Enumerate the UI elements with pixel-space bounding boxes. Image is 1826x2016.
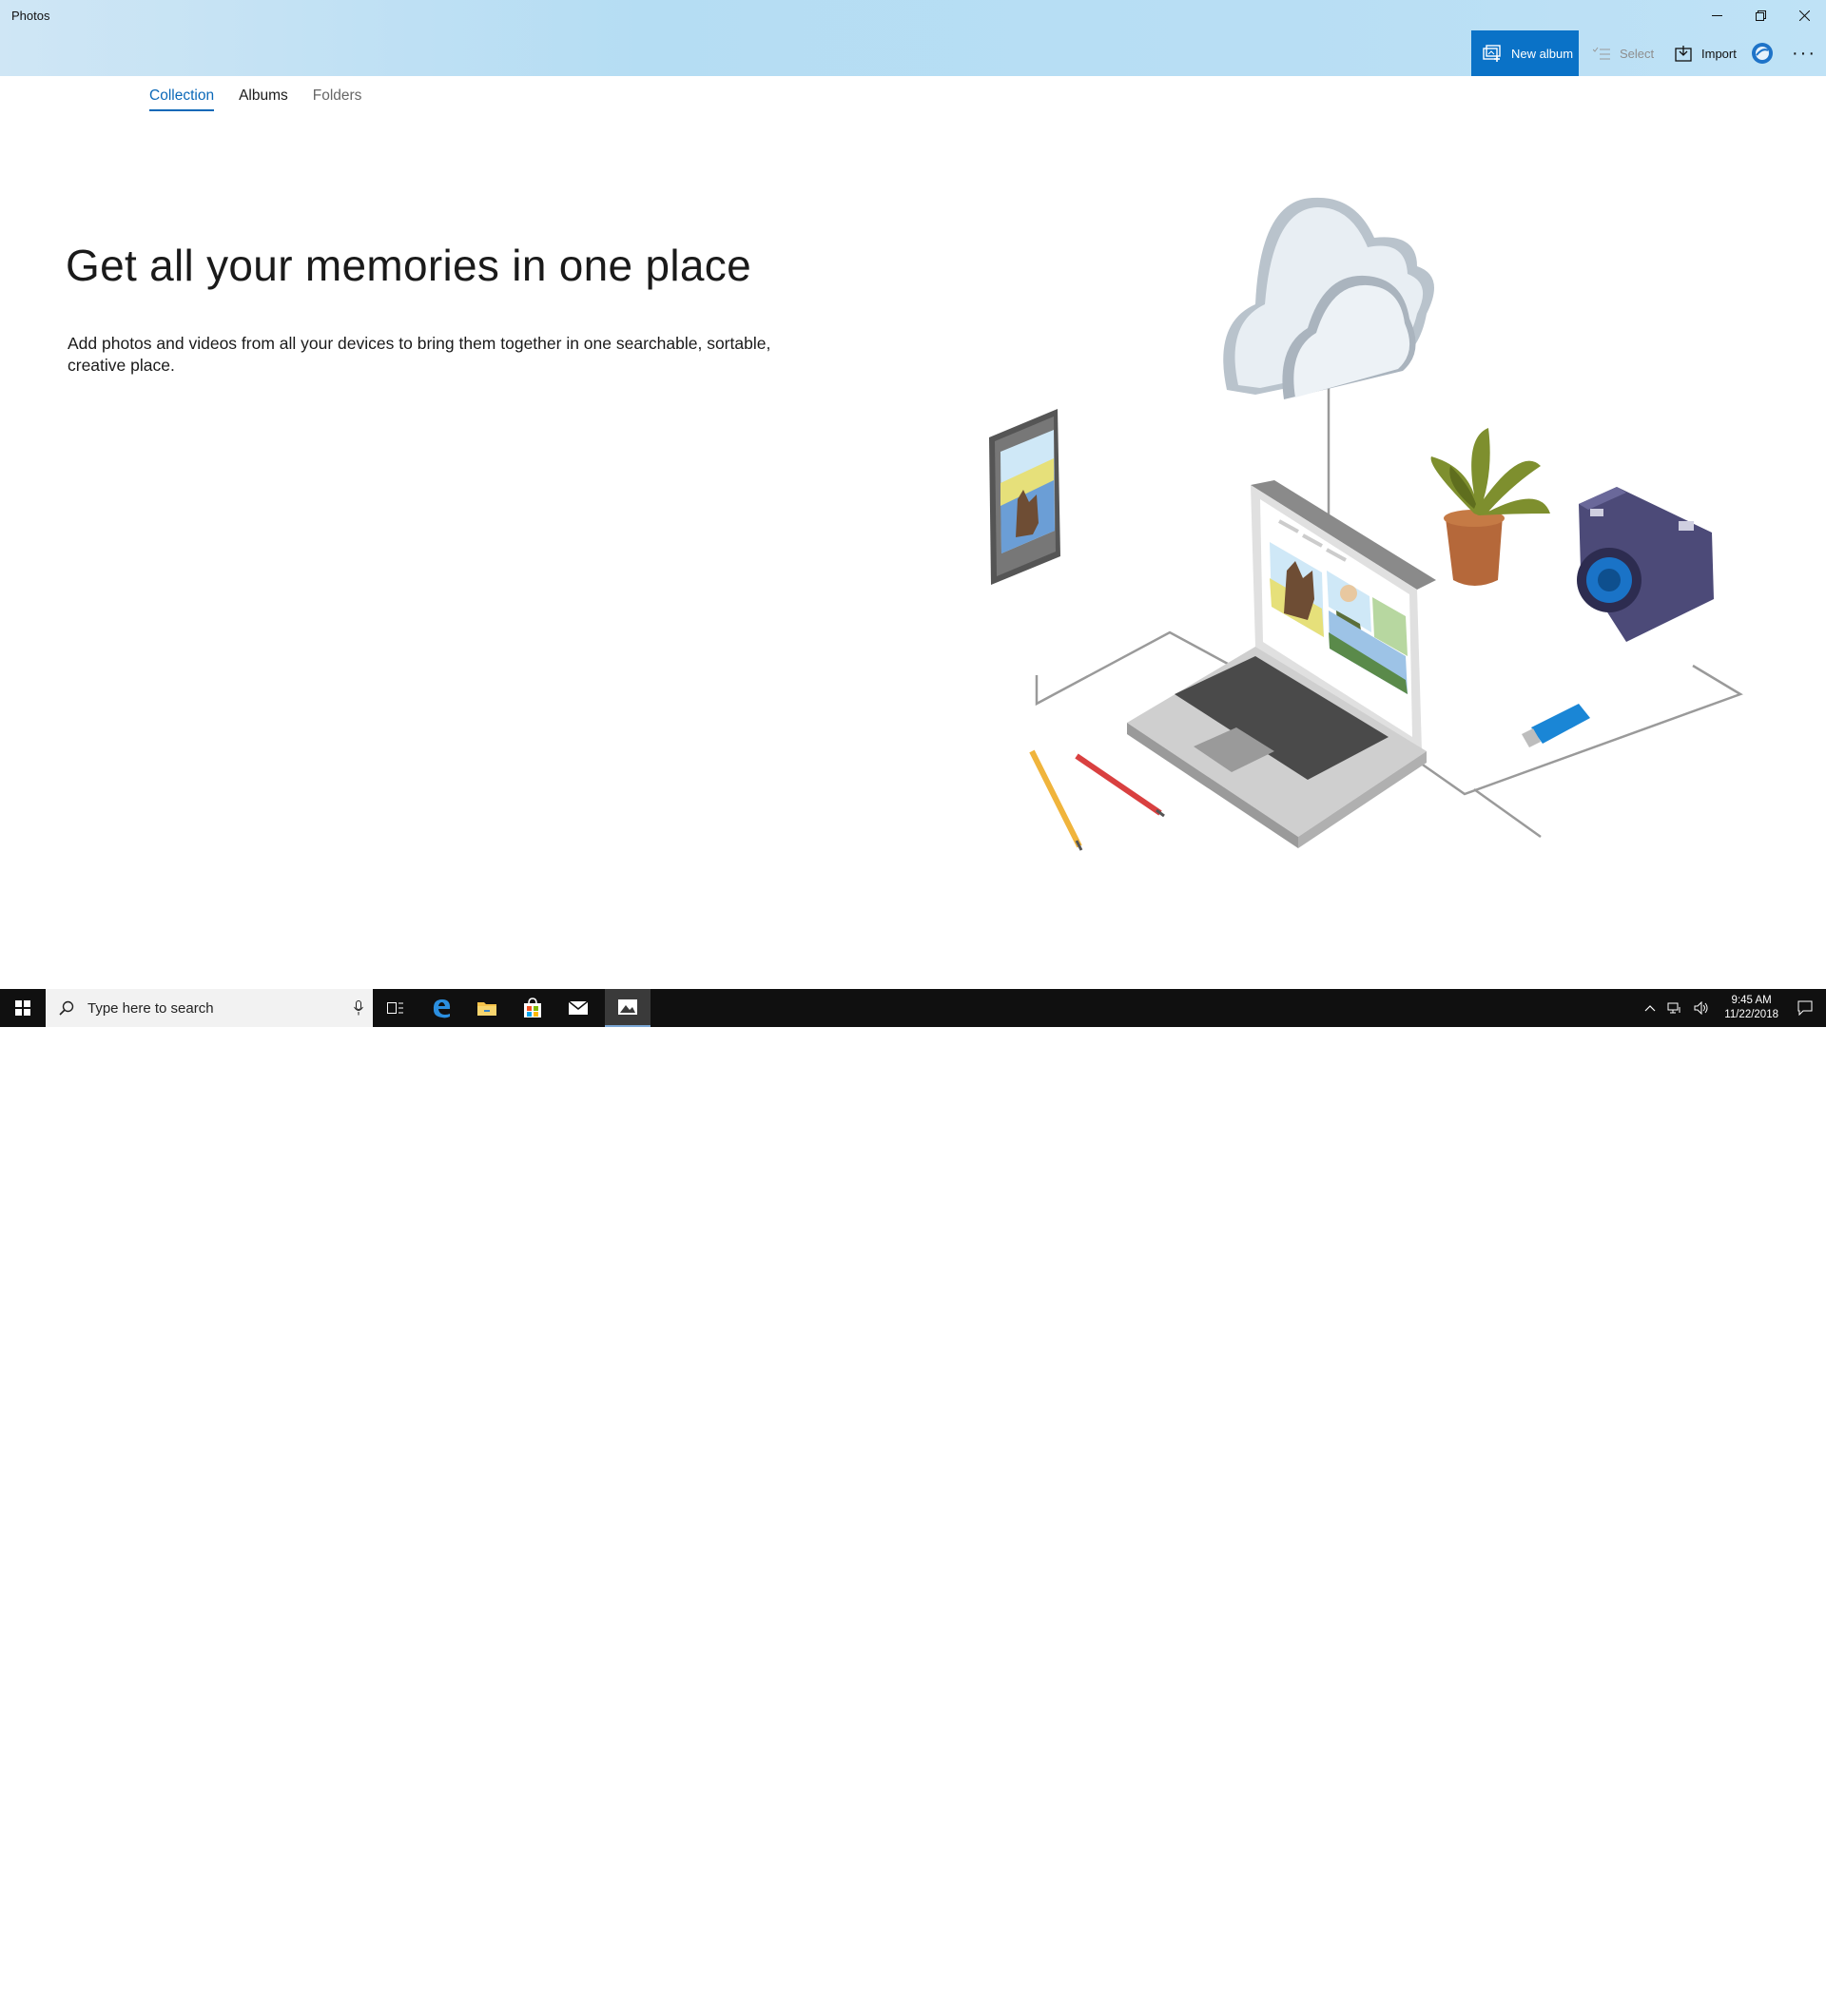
pencils-graphic: [1029, 749, 1165, 851]
devices-illustration: [989, 197, 1743, 851]
folder-icon: [477, 1002, 496, 1016]
watermark-text: TheCollectionBook: [1588, 1987, 1731, 2006]
taskbar-clock[interactable]: 9:45 AM 11/22/2018: [1724, 994, 1778, 1022]
app-title: Photos: [11, 9, 50, 23]
cloud-graphic: [1223, 197, 1434, 399]
start-button[interactable]: [0, 989, 46, 1027]
account-button[interactable]: [1747, 30, 1777, 76]
photos-app-icon: [618, 999, 637, 1015]
title-bar: Photos New album Select Import ···: [0, 0, 1826, 76]
edge-browser-icon: [433, 999, 451, 1018]
network-icon[interactable]: [1667, 1001, 1682, 1015]
file-explorer-button[interactable]: [464, 989, 510, 1027]
more-options-button[interactable]: ···: [1785, 30, 1823, 76]
action-center-icon[interactable]: [1797, 1000, 1813, 1016]
plant-graphic: [1430, 428, 1550, 586]
show-hidden-icons-chevron-icon[interactable]: [1644, 1004, 1656, 1012]
import-label: Import: [1701, 46, 1737, 61]
search-icon: [59, 1000, 74, 1016]
laptop-graphic: [1127, 480, 1436, 848]
empty-state-description: Add photos and videos from all your devi…: [68, 334, 771, 375]
usb-stick-graphic: [1522, 704, 1590, 747]
import-button[interactable]: Import: [1667, 30, 1743, 76]
phone-graphic: [989, 409, 1060, 585]
new-album-label: New album: [1511, 46, 1574, 61]
edge-button[interactable]: [418, 989, 464, 1027]
restore-icon: [1755, 10, 1766, 21]
tab-collection[interactable]: Collection: [149, 87, 215, 111]
select-label: Select: [1620, 46, 1655, 61]
photos-app-button[interactable]: [605, 989, 651, 1027]
view-tabs: Collection Albums Folders: [149, 87, 386, 111]
clock-time: 9:45 AM: [1731, 995, 1772, 1006]
mail-button[interactable]: [555, 989, 601, 1027]
empty-state-headline: Get all your memories in one place: [66, 241, 751, 290]
taskbar: Type here to search 9:45 AM 11/22/2018 T…: [0, 989, 1826, 2006]
import-icon: [1675, 45, 1692, 62]
close-icon: [1798, 10, 1810, 21]
select-button[interactable]: Select: [1585, 30, 1676, 76]
close-button[interactable]: [1782, 0, 1826, 30]
task-view-icon: [387, 1002, 403, 1014]
taskbar-search-box[interactable]: Type here to search: [46, 989, 373, 1027]
tab-folders[interactable]: Folders: [313, 87, 362, 111]
select-list-icon: [1593, 47, 1610, 60]
store-button[interactable]: [510, 989, 555, 1027]
camera-graphic: [1577, 487, 1714, 642]
minimize-button[interactable]: [1695, 0, 1739, 30]
volume-icon[interactable]: [1694, 1001, 1709, 1015]
system-tray: 9:45 AM 11/22/2018: [1639, 989, 1826, 1027]
new-album-icon: [1483, 45, 1502, 62]
windows-logo-icon: [15, 1000, 30, 1016]
task-view-button[interactable]: [373, 989, 418, 1027]
new-album-button[interactable]: New album: [1471, 30, 1579, 76]
account-avatar-icon: [1752, 43, 1773, 64]
store-bag-icon: [524, 998, 541, 1018]
clock-date: 11/22/2018: [1724, 1009, 1778, 1020]
minimize-icon: [1711, 14, 1722, 16]
restore-button[interactable]: [1739, 0, 1782, 30]
search-placeholder: Type here to search: [87, 999, 214, 1017]
microphone-icon[interactable]: [354, 1000, 363, 1016]
mail-envelope-icon: [568, 1000, 589, 1015]
tab-albums[interactable]: Albums: [239, 87, 288, 111]
